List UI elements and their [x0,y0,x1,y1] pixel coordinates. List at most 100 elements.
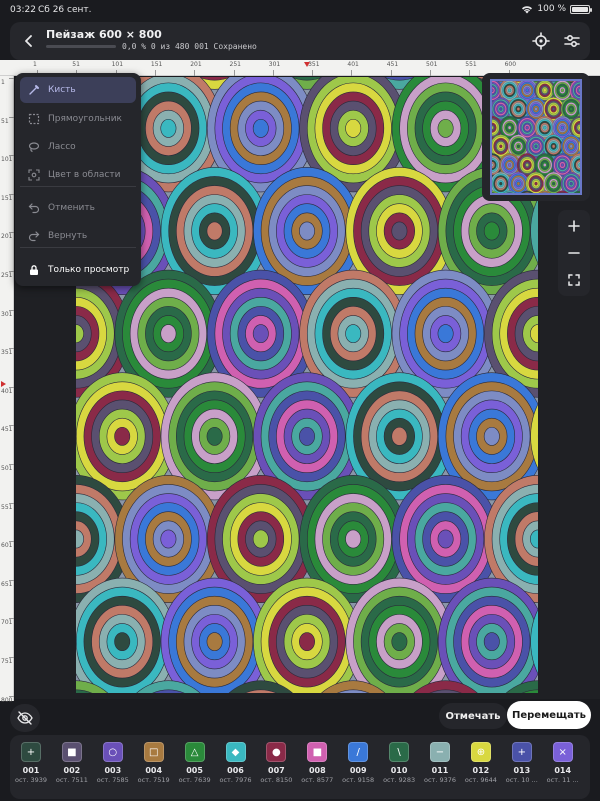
settings-button[interactable] [562,31,582,51]
pattern-ring [437,324,454,344]
swatch-color: + [21,742,41,762]
pattern-ring [516,181,520,186]
tool-lasso[interactable]: Лассо [20,134,136,160]
ruler-top-label: 551 [465,61,477,68]
ruler-left-label: 751 [1,658,13,665]
pattern-ring [345,529,362,549]
minimap-viewport[interactable] [490,79,582,195]
pattern-ring [114,426,131,446]
swatch-remaining: ост. 11 ... [546,776,579,784]
minimap[interactable] [482,73,590,201]
palette-swatch-008[interactable]: ■ 008 ост. 8577 [299,742,335,794]
move-mode-button[interactable]: Перемещать [507,701,591,729]
palette-swatch-013[interactable]: +013 ост. 10 ... [504,742,540,794]
swatch-number: 002 [63,766,81,775]
fit-screen-button[interactable] [558,266,590,294]
swatch-symbol: + [26,746,36,758]
status-bar: 03:22 Сб 26 сент. 100 % [0,0,600,20]
ruler-left-label: 301 [1,310,13,318]
ruler-tick [272,70,274,76]
ruler-top-label: 600 [504,61,517,68]
ruler-left-label: 251 [1,272,13,279]
swatch-symbol: × [558,746,567,758]
tool-rectangle-select[interactable]: Прямоугольник [20,106,136,132]
pattern-ring [525,125,529,130]
swatch-number: 008 [308,766,326,775]
status-date: Сб 26 сент. [38,5,92,15]
palette-swatch-010[interactable]: \ 010 ост. 9283 [381,742,417,794]
palette-swatch-007[interactable]: ● 007 ост. 8150 [258,742,294,794]
chevron-left-icon [25,35,32,47]
pattern-ring [560,125,564,130]
ruler-position-marker [304,62,310,67]
tool-label: Вернуть [48,231,88,241]
tool-label: Прямоугольник [48,114,122,124]
ruler-position-marker [1,381,6,387]
zoom-in-button[interactable] [558,212,590,240]
swatch-symbol: □ [148,746,159,758]
ruler-tick [9,78,14,79]
pattern-canvas[interactable] [76,77,538,693]
pattern-ring [516,144,520,149]
palette-swatch-012[interactable]: ⊕ 012 ост. 9644 [463,742,499,794]
swatch-number: 006 [227,766,244,775]
mark-mode-button[interactable]: Отмечать [439,703,507,729]
pattern-ring [534,144,538,149]
swatch-number: 014 [554,766,572,775]
pattern-ring [483,632,500,652]
palette-swatch-006[interactable]: ◆ 006 ост. 7976 [218,742,254,794]
ruler-top-label: 401 [347,61,359,68]
ruler-left-label: 151 [1,194,13,202]
palette-swatch-009[interactable]: / 009 ост. 9158 [340,742,376,794]
palette-swatch-003[interactable]: ○ 003 ост. 7585 [95,742,131,794]
menu-divider [20,247,136,248]
tool-color-area[interactable]: Цвет в области [20,162,136,188]
locate-button[interactable] [531,31,551,51]
palette-swatch-014[interactable]: × 014 ост. 11 ... [545,742,581,794]
swatch-color: ● [266,742,287,762]
swatch-color: ■ [61,742,82,762]
pattern-ring [160,529,177,549]
ruler-left-label: 601 [1,542,13,550]
palette-swatch-011[interactable]: − 011 ост. 9376 [422,742,458,794]
swatch-remaining: ост. 7511 [55,776,88,784]
swatch-number: 001 [22,766,40,775]
tool-redo[interactable]: Вернуть [20,223,136,249]
pattern-ring [299,426,315,446]
swatch-remaining: ост. 9644 [464,776,497,784]
zoom-out-button[interactable] [558,239,590,267]
swatch-color: − [430,742,450,762]
rectangle-select-icon [28,113,40,125]
swatch-remaining: ост. 7519 [137,776,170,784]
pattern-ring [508,88,512,93]
swatch-color: ◆ [225,742,246,762]
minus-icon [568,252,580,254]
palette-swatch-004[interactable]: □ 004 ост. 7519 [136,742,172,794]
lasso-icon [28,141,40,153]
crosshair-icon [532,32,550,50]
tool-undo[interactable]: Отменить [20,195,136,221]
back-button[interactable] [18,30,40,52]
tool-label: Цвет в области [48,170,121,180]
toggle-visibility-button[interactable] [10,704,40,732]
ruler-top-label: 101 [111,61,124,68]
tool-brush[interactable]: Кисть [20,77,136,103]
ruler-left-label: 701 [1,619,13,627]
swatch-number: 004 [145,766,163,775]
tool-lock[interactable]: Только просмотр [20,257,136,283]
palette-swatch-002[interactable]: ■ 002 ост. 7511 [54,742,90,794]
pattern-ring [516,107,520,111]
palette-swatch-001[interactable]: +001 ост. 3939 [13,742,49,794]
swatch-symbol: ⊕ [476,746,486,758]
pattern-ring [437,529,454,549]
palette-swatch-005[interactable]: △ 005 ост. 7639 [177,742,213,794]
wifi-icon [522,5,533,13]
pattern-ring [345,118,362,138]
page-title: Пейзаж 600 × 800 [46,28,162,41]
swatch-symbol: ■ [67,746,77,758]
tool-label: Лассо [48,142,76,152]
ruler-top-label: 501 [426,61,438,68]
tool-label: Кисть [48,85,76,95]
battery-icon [570,4,592,14]
swatch-symbol: / [356,746,360,758]
